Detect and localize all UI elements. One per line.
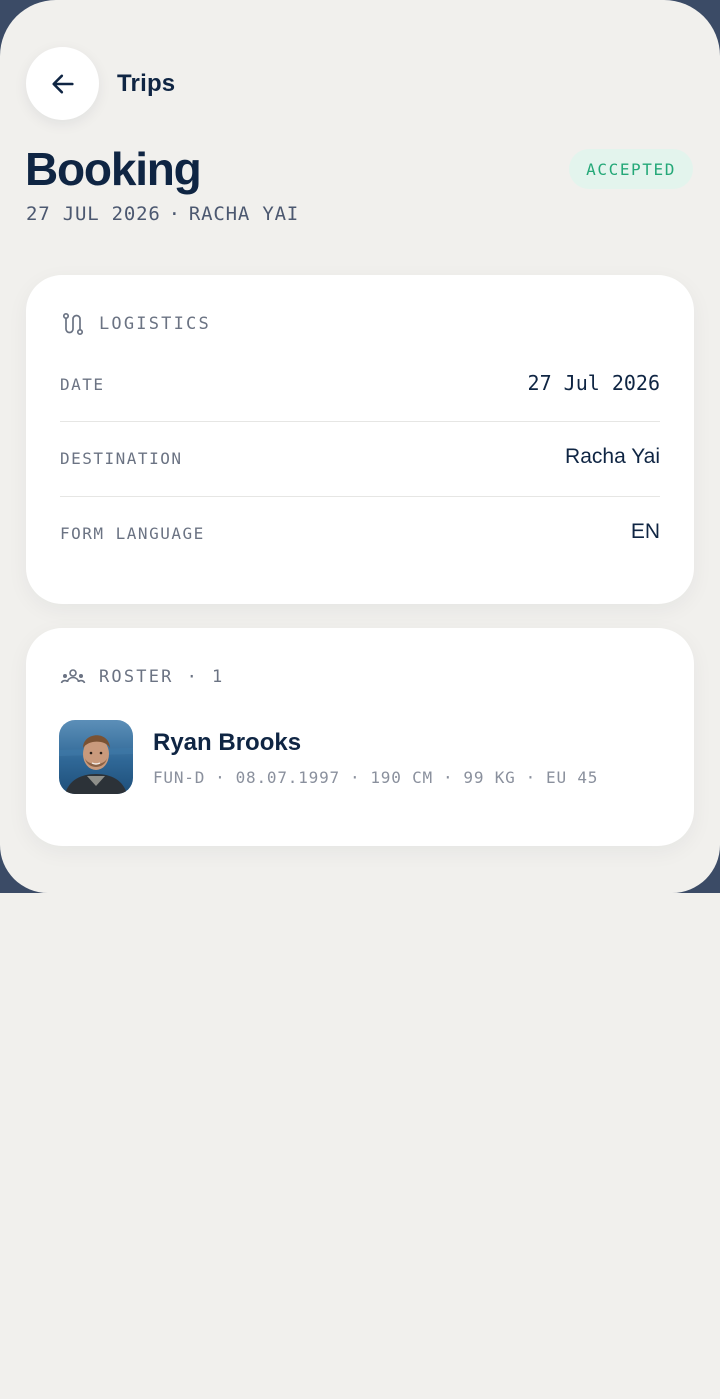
subtitle-date: 27 JUL 2026 (26, 203, 161, 225)
row-divider (60, 496, 660, 497)
status-badge: ACCEPTED (569, 149, 693, 189)
person-weight: 99 KG (463, 768, 516, 787)
avatar[interactable] (59, 720, 133, 794)
subtitle-destination: RACHA YAI (188, 203, 300, 225)
destination-value: Racha Yai (565, 445, 660, 468)
logistics-row-destination: DESTINATION Racha Yai (60, 445, 660, 469)
back-label[interactable]: Trips (117, 70, 175, 98)
person-role: FUN-D (153, 768, 206, 787)
logistics-card: LOGISTICS DATE 27 Jul 2026 DESTINATION R… (26, 275, 694, 604)
subtitle-separator: · (168, 203, 181, 225)
destination-label: DESTINATION (60, 449, 183, 468)
person-meta: FUN-D · 08.07.1997 · 190 CM · 99 KG · EU 45 (153, 768, 598, 787)
page-title: Booking (25, 143, 202, 195)
logistics-row-form-language: FORM LANGUAGE EN (60, 520, 660, 544)
back-button[interactable] (26, 47, 99, 120)
date-label: DATE (60, 375, 105, 394)
logistics-heading-label: LOGISTICS (99, 314, 211, 334)
arrow-left-icon (51, 74, 74, 93)
logistics-heading: LOGISTICS (60, 311, 211, 337)
meta-separator: · (525, 768, 537, 787)
group-icon (60, 669, 86, 684)
meta-separator: · (442, 768, 454, 787)
page-subtitle: 27 JUL 2026 · RACHA YAI (26, 203, 299, 225)
form-language-value: EN (630, 520, 660, 543)
roster-heading: ROSTER · 1 (60, 664, 224, 690)
empty-area (0, 893, 720, 1399)
app-screen: Trips Booking 27 JUL 2026 · RACHA YAI ACCE… (0, 0, 720, 893)
date-value: 27 Jul 2026 (527, 371, 660, 395)
roster-separator: · (186, 667, 200, 687)
form-language-label: FORM LANGUAGE (60, 524, 205, 543)
person-name[interactable]: Ryan Brooks (153, 729, 301, 757)
logistics-row-date: DATE 27 Jul 2026 (60, 371, 660, 395)
row-divider (60, 421, 660, 422)
route-icon (62, 312, 84, 336)
roster-count: 1 (212, 667, 225, 687)
meta-separator: · (349, 768, 361, 787)
person-height: 190 CM (370, 768, 433, 787)
person-birthdate: 08.07.1997 (235, 768, 340, 787)
roster-heading-label: ROSTER (99, 667, 174, 687)
roster-card: ROSTER · 1 Ryan Brooks FUN-D · 08.07.199… (26, 628, 694, 846)
person-shoe-size: EU 45 (546, 768, 599, 787)
person-photo (59, 720, 133, 794)
meta-separator: · (215, 768, 226, 787)
